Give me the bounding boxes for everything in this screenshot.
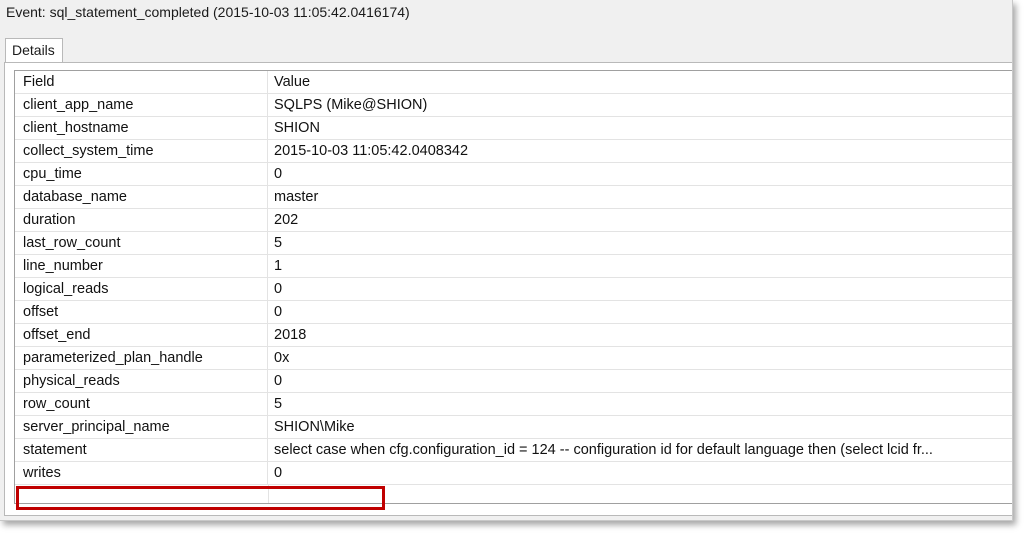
field-cell: parameterized_plan_handle [15,347,268,369]
value-cell: SHION [274,120,320,136]
field-cell: logical_reads [15,278,268,300]
value-cell: 0x [274,350,290,366]
table-row[interactable]: line_number 1 [15,255,1012,278]
table-row[interactable]: physical_reads 0 [15,370,1012,393]
value-cell: 2015-10-03 11:05:42.0408342 [274,143,469,159]
field-cell: duration [15,209,268,231]
field-cell: cpu_time [15,163,268,185]
table-row[interactable]: offset 0 [15,301,1012,324]
value-cell: 5 [274,235,283,251]
value-cell: 0 [274,373,283,389]
value-cell: 0 [274,281,283,297]
value-cell: 5 [274,396,283,412]
table-row[interactable]: writes 0 [15,462,1012,485]
column-divider [268,485,269,503]
field-cell: client_hostname [15,117,268,139]
field-cell: last_row_count [15,232,268,254]
table-row[interactable]: client_hostname SHION [15,117,1012,140]
field-cell: writes [15,462,268,484]
field-cell: offset [15,301,268,323]
grid-empty-area [15,485,1012,503]
table-row[interactable]: server_principal_name SHION\Mike [15,416,1012,439]
value-cell: 0 [274,304,283,320]
table-row[interactable]: collect_system_time 2015-10-03 11:05:42.… [15,140,1012,163]
table-row[interactable]: database_name master [15,186,1012,209]
details-grid: Field Value client_app_name SQLPS (Mike@… [14,70,1012,504]
field-cell: line_number [15,255,268,277]
value-cell: 0 [274,166,283,182]
value-cell: select case when cfg.configuration_id = … [274,442,933,458]
field-cell: row_count [15,393,268,415]
value-cell: 1 [274,258,283,274]
event-details-window: Event: sql_statement_completed (2015-10-… [0,0,1013,521]
value-cell: SQLPS (Mike@SHION) [274,97,428,113]
value-cell: SHION\Mike [274,419,355,435]
value-cell: master [274,189,319,205]
table-row[interactable]: offset_end 2018 [15,324,1012,347]
field-cell: offset_end [15,324,268,346]
table-row[interactable]: parameterized_plan_handle 0x [15,347,1012,370]
value-cell: 0 [274,465,283,481]
grid-header-row: Field Value [15,71,1012,94]
column-header-field[interactable]: Field [15,71,268,93]
table-row[interactable]: logical_reads 0 [15,278,1012,301]
details-panel: Field Value client_app_name SQLPS (Mike@… [4,62,1012,516]
table-row[interactable]: client_app_name SQLPS (Mike@SHION) [15,94,1012,117]
table-row[interactable]: duration 202 [15,209,1012,232]
table-row[interactable]: cpu_time 0 [15,163,1012,186]
field-cell: client_app_name [15,94,268,116]
table-row[interactable]: statement select case when cfg.configura… [15,439,1012,462]
table-row[interactable]: row_count 5 [15,393,1012,416]
field-cell: database_name [15,186,268,208]
tab-details[interactable]: Details [5,38,63,62]
value-cell: 2018 [274,327,307,343]
field-cell: collect_system_time [15,140,268,162]
field-cell: server_principal_name [15,416,268,438]
field-cell: statement [15,439,268,461]
table-row[interactable]: last_row_count 5 [15,232,1012,255]
window-title: Event: sql_statement_completed (2015-10-… [6,4,410,20]
column-header-value[interactable]: Value [268,71,1012,93]
value-cell: 202 [274,212,299,228]
field-cell: physical_reads [15,370,268,392]
